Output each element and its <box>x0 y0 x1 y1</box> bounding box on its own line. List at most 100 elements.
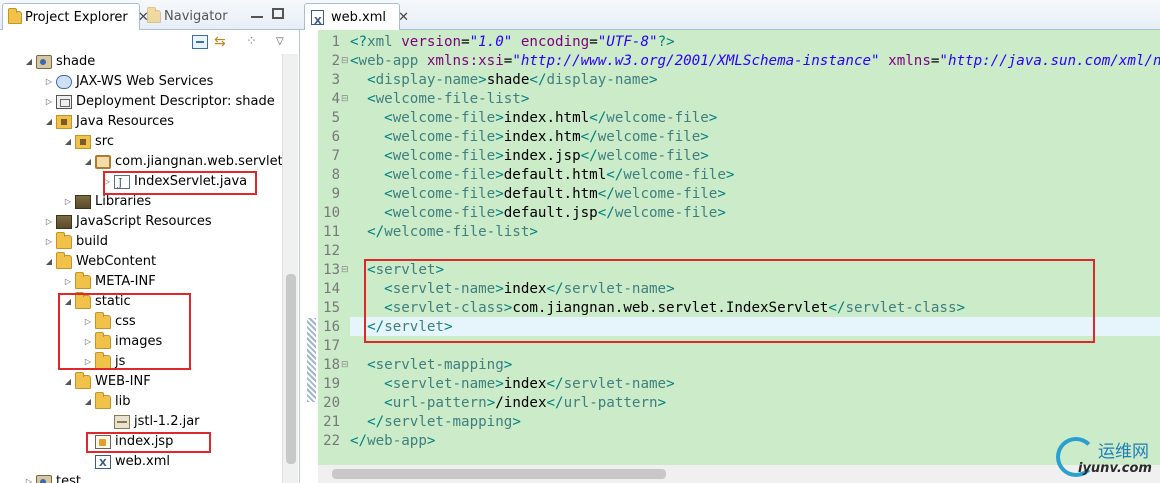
code-token: > <box>495 167 504 183</box>
code-token: index <box>503 376 547 392</box>
project-icon <box>36 475 52 483</box>
view-menu-icon[interactable]: ▽ <box>276 35 292 49</box>
code-token: > <box>486 395 496 411</box>
code-token: ?> <box>657 34 675 50</box>
code-token: default.html <box>503 167 607 183</box>
expand-toggle-icon[interactable]: ◢ <box>83 152 93 172</box>
scrollbar-thumb[interactable] <box>286 274 296 464</box>
code-token: > <box>708 110 718 126</box>
tab-project-explorer[interactable]: Project Explorer ✕ <box>2 3 149 30</box>
code-token: < <box>367 91 376 107</box>
code-token: > <box>495 186 504 202</box>
site-watermark: 运维网 iyunv.com <box>1052 433 1160 483</box>
code-token: version <box>401 34 462 50</box>
expand-toggle-icon[interactable]: ◢ <box>44 112 54 132</box>
expand-toggle-icon[interactable]: ▷ <box>24 472 34 483</box>
code-line[interactable]: <welcome-file>default.jsp</welcome-file> <box>350 204 726 223</box>
expand-toggle-icon[interactable]: ◢ <box>63 372 73 392</box>
expand-toggle-icon[interactable]: ▷ <box>44 92 54 112</box>
code-line[interactable]: <welcome-file>index.html</welcome-file> <box>350 109 717 128</box>
code-token: web-app <box>367 433 427 449</box>
tree-item-label: Deployment Descriptor: shade <box>76 94 275 109</box>
expand-toggle-icon[interactable]: ▷ <box>63 192 73 212</box>
expand-toggle-icon[interactable]: ◢ <box>83 392 93 412</box>
code-token: index.htm <box>503 129 581 145</box>
project-explorer-panel: Project Explorer ✕ Navigator ⇆ ⁘ ▽ ◢ sha… <box>0 0 300 483</box>
maximize-button[interactable] <box>272 8 284 19</box>
code-token: index.jsp <box>503 148 581 164</box>
code-token: display-name <box>546 72 650 88</box>
expand-toggle-icon[interactable]: ▷ <box>63 272 73 292</box>
tree-item-label: build <box>76 234 108 249</box>
tree-item-label: shade <box>56 54 96 69</box>
code-token: welcome-file <box>392 186 496 202</box>
editor-horizontal-scrollbar[interactable] <box>318 465 1160 483</box>
focus-icon[interactable]: ⁘ <box>246 35 262 49</box>
line-number: 9 <box>331 186 340 202</box>
expand-toggle-icon[interactable]: ◢ <box>63 132 73 152</box>
collapse-all-icon[interactable] <box>192 35 208 49</box>
code-token: > <box>717 205 726 221</box>
code-token: </ <box>580 148 598 164</box>
code-line[interactable]: <welcome-file>index.jsp</welcome-file> <box>350 147 709 166</box>
code-line[interactable]: </web-app> <box>350 432 435 451</box>
code-token: > <box>649 72 658 88</box>
code-token: < <box>367 357 376 373</box>
explorer-vertical-scrollbar[interactable] <box>282 54 298 483</box>
code-line[interactable]: <servlet-name>index</servlet-name> <box>350 375 674 394</box>
code-token: "1.0" <box>469 34 513 50</box>
code-token: </ <box>597 205 615 221</box>
code-line[interactable]: <welcome-file>index.htm</welcome-file> <box>350 128 709 147</box>
expand-toggle-icon[interactable]: ▷ <box>44 232 54 252</box>
fold-toggle-icon[interactable]: ⊟ <box>341 356 349 375</box>
code-line[interactable]: </welcome-file-list> <box>350 223 538 242</box>
minimize-button[interactable] <box>250 7 264 21</box>
code-area[interactable]: 1 <?xml version="1.0" encoding="UTF-8"?> 2… <box>318 30 1160 465</box>
code-line[interactable]: <display-name>shade</display-name> <box>350 71 658 90</box>
tree-item-label: WebContent <box>76 254 157 269</box>
overview-ruler[interactable] <box>305 30 318 465</box>
fold-toggle-icon[interactable]: ⊟ <box>341 52 349 71</box>
tab-web-xml[interactable]: web.xml ✕ <box>304 3 409 35</box>
code-token: </ <box>529 72 547 88</box>
code-line[interactable]: <url-pattern>/index</url-pattern> <box>350 394 666 413</box>
code-token: </ <box>546 395 564 411</box>
code-token: servlet-mapping <box>384 414 513 430</box>
tree-item-label: JavaScript Resources <box>76 214 212 229</box>
line-number: 1 <box>331 34 340 50</box>
code-token: welcome-file <box>392 167 496 183</box>
expand-toggle-icon[interactable]: ◢ <box>44 252 54 272</box>
tab-navigator[interactable]: Navigator <box>142 3 252 30</box>
code-token: > <box>529 224 538 240</box>
code-token: < <box>350 53 359 69</box>
tree-item-label: Libraries <box>95 194 152 209</box>
scrollbar-thumb[interactable] <box>332 469 666 479</box>
fold-toggle-icon[interactable]: ⊟ <box>341 261 349 280</box>
code-line[interactable]: <welcome-file>default.htm</welcome-file> <box>350 185 726 204</box>
code-token: welcome-file-list <box>375 91 521 107</box>
code-token: /index <box>495 395 547 411</box>
tree-item-label: META-INF <box>95 274 156 289</box>
code-line[interactable]: <welcome-file>default.html</welcome-file… <box>350 166 734 185</box>
code-line[interactable]: </servlet-mapping> <box>350 413 521 432</box>
code-line[interactable]: <?xml version="1.0" encoding="UTF-8"?> <box>350 33 675 52</box>
code-line[interactable]: <servlet-mapping> <box>350 356 512 375</box>
fold-toggle-icon[interactable]: ⊟ <box>341 90 349 109</box>
line-number: 18 <box>323 357 340 373</box>
tree-item-label: web.xml <box>115 454 170 469</box>
code-token: < <box>384 167 393 183</box>
close-icon[interactable]: ✕ <box>398 10 409 25</box>
line-number: 21 <box>323 414 340 430</box>
code-line[interactable]: <welcome-file-list> <box>350 90 529 109</box>
expand-toggle-icon[interactable]: ▷ <box>44 72 54 92</box>
code-line[interactable]: <web-app xmlns:xsi="http://www.w3.org/20… <box>350 52 1160 71</box>
expand-toggle-icon[interactable]: ◢ <box>24 54 34 72</box>
link-with-editor-icon[interactable]: ⇆ <box>214 35 230 49</box>
code-token: default.jsp <box>503 205 598 221</box>
expand-toggle-icon[interactable]: ▷ <box>44 212 54 232</box>
